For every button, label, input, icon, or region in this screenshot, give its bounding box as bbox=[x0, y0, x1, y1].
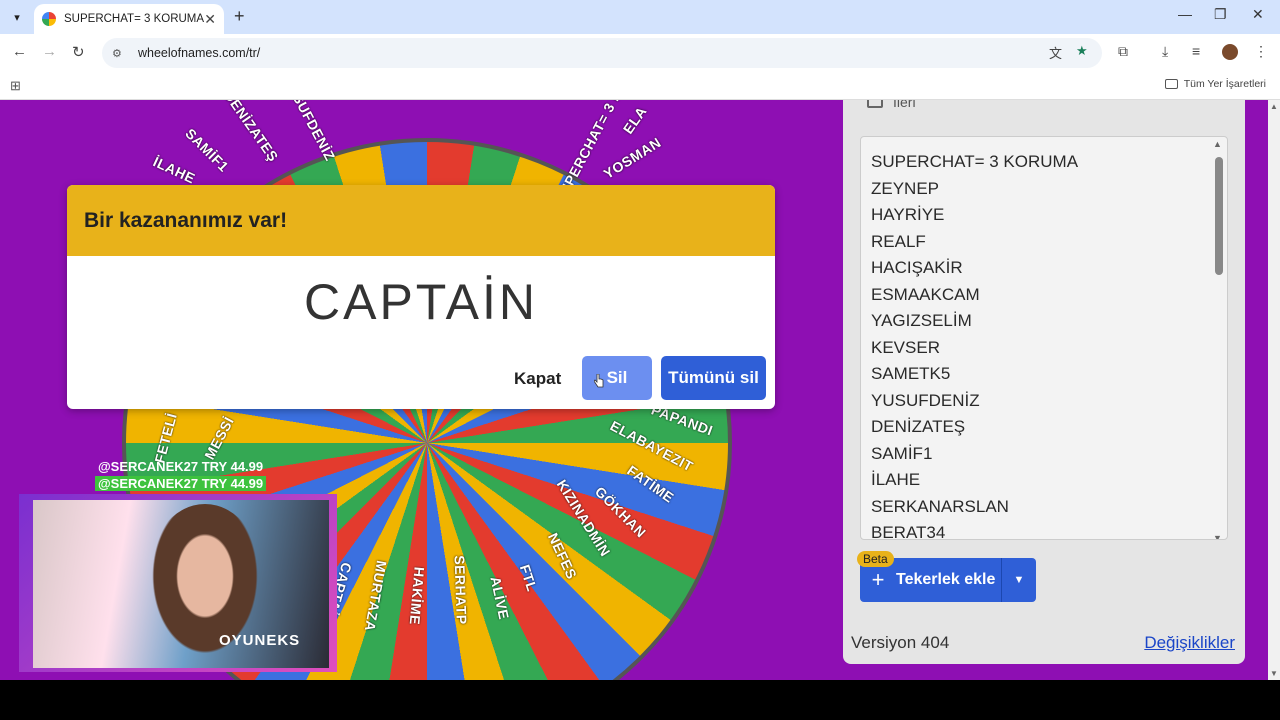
address-bar[interactable]: ⚙ wheelofnames.com/tr/ bbox=[102, 38, 1102, 68]
tab-search-icon[interactable]: ▾ bbox=[6, 6, 28, 28]
checkbox-label: İleri bbox=[893, 100, 916, 110]
tab-close-icon[interactable]: ✕ bbox=[204, 11, 216, 28]
reload-icon[interactable]: ↻ bbox=[72, 43, 85, 61]
list-item: KEVSER bbox=[871, 337, 940, 357]
list-item: SERKANARSLAN bbox=[871, 496, 1009, 516]
browser-tab[interactable]: SUPERCHAT= 3 KORUMA ✕ bbox=[34, 4, 224, 34]
folder-icon bbox=[1164, 79, 1178, 89]
list-item: İLAHE bbox=[871, 470, 921, 489]
forward-icon[interactable]: → bbox=[42, 43, 57, 60]
profile-avatar[interactable] bbox=[1222, 44, 1238, 60]
bookmarks-bar: ⊞ Tüm Yer İşaretleri bbox=[0, 72, 1280, 100]
close-button[interactable]: Kapat bbox=[514, 369, 561, 389]
bookmark-star-icon[interactable]: ★ bbox=[1076, 43, 1088, 59]
page-viewport: DENİZATEŞ SAMİF1 YUSUFDENİZ SUPERCHAT= 3… bbox=[0, 100, 1268, 680]
list-item: DENİZATEŞ bbox=[871, 417, 966, 436]
url-text: wheelofnames.com/tr/ bbox=[138, 46, 261, 60]
restore-icon[interactable]: ❐ bbox=[1214, 6, 1227, 23]
winner-dialog: Bir kazananımız var! CAPTAİN Kapat Sil T… bbox=[67, 185, 775, 409]
wheel-label: YUSUFDENİZ bbox=[279, 100, 339, 164]
all-bookmarks[interactable]: Tüm Yer İşaretleri bbox=[1164, 78, 1266, 90]
wheel-label: YOSMAN bbox=[600, 134, 664, 182]
tab-title: SUPERCHAT= 3 KORUMA bbox=[64, 13, 205, 25]
remove-all-button[interactable]: Tümünü sil bbox=[661, 356, 766, 400]
wheel-label: İLAHE bbox=[150, 153, 198, 187]
page-scrollbar[interactable]: ▲ ▼ bbox=[1268, 100, 1280, 680]
list-item: YUSUFDENİZ bbox=[871, 390, 980, 410]
list-item: BERAT34 bbox=[871, 523, 946, 540]
menu-icon[interactable]: ⋮ bbox=[1254, 43, 1268, 60]
winner-name: CAPTAİN bbox=[304, 274, 538, 330]
wheel-label: ELA bbox=[619, 103, 650, 137]
list-item: HAYRİYE bbox=[871, 205, 945, 224]
webcam-overlay: OYUNEKS bbox=[19, 494, 337, 672]
site-info-icon[interactable]: ⚙ bbox=[112, 47, 126, 60]
download-icon[interactable]: ⤓ bbox=[1162, 43, 1168, 60]
oyuneks-logo: OYUNEKS bbox=[219, 632, 301, 649]
wheel-label: DENİZATEŞ bbox=[221, 100, 282, 165]
favicon-icon bbox=[42, 12, 56, 26]
dialog-title: Bir kazananımız var! bbox=[67, 185, 775, 256]
back-icon[interactable]: ← bbox=[12, 43, 27, 60]
media-icon[interactable]: ≡ bbox=[1192, 43, 1200, 59]
window-close-icon[interactable]: ✕ bbox=[1252, 6, 1264, 23]
chat-message: @SERCANEK27 TRY 44.99 bbox=[98, 459, 264, 474]
entries-panel: İleri SUPERCHAT= 3 KORUMA ZEYNEP HAYRİYE… bbox=[843, 100, 1245, 664]
all-bookmarks-label: Tüm Yer İşaretleri bbox=[1183, 78, 1266, 90]
tab-strip: ▾ SUPERCHAT= 3 KORUMA ✕ + — ❐ ✕ bbox=[0, 0, 1280, 34]
scroll-down-icon[interactable]: ▼ bbox=[1270, 669, 1278, 678]
list-item: HACIŞAKİR bbox=[871, 258, 963, 277]
chevron-down-icon[interactable]: ▼ bbox=[1002, 574, 1036, 586]
add-wheel-label: Tekerlek ekle bbox=[896, 571, 996, 588]
scroll-down-icon[interactable]: ▼ bbox=[1213, 533, 1222, 539]
list-item: ZEYNEP bbox=[871, 178, 940, 198]
wheel-label: SERHATP bbox=[451, 555, 470, 625]
list-item: REALF bbox=[871, 231, 926, 251]
browser-toolbar: ← → ↻ ⚙ wheelofnames.com/tr/ 文 ★ ⧉ ⤓ ≡ ⋮ bbox=[0, 34, 1280, 72]
remove-button[interactable]: Sil bbox=[582, 356, 652, 400]
version-text: Versiyon 404 bbox=[851, 633, 950, 652]
chat-message-highlight: @SERCANEK27 TRY 44.99 bbox=[95, 476, 267, 491]
list-item: SAMETK5 bbox=[871, 364, 951, 383]
checkbox[interactable] bbox=[867, 100, 883, 108]
list-item: SUPERCHAT= 3 KORUMA bbox=[871, 152, 1079, 171]
changes-link[interactable]: Değişiklikler bbox=[1144, 633, 1235, 653]
list-item: YAGIZSELİM bbox=[871, 311, 972, 330]
list-item: SAMİF1 bbox=[871, 443, 933, 463]
translate-icon[interactable]: 文 bbox=[1049, 43, 1062, 62]
new-tab-button[interactable]: + bbox=[234, 6, 245, 27]
list-item: ESMAAKCAM bbox=[871, 284, 980, 304]
minimize-icon[interactable]: — bbox=[1178, 6, 1192, 22]
entries-scrollbar[interactable]: ▲ ▼ bbox=[1213, 139, 1223, 539]
hand-cursor-icon bbox=[594, 374, 604, 388]
scroll-up-icon[interactable]: ▲ bbox=[1213, 139, 1222, 149]
letterbox-bar bbox=[0, 680, 1280, 720]
scrollbar-thumb[interactable] bbox=[1215, 157, 1223, 275]
entries-textarea[interactable]: SUPERCHAT= 3 KORUMA ZEYNEP HAYRİYE REALF… bbox=[860, 136, 1228, 540]
apps-icon[interactable]: ⊞ bbox=[10, 78, 21, 94]
scroll-up-icon[interactable]: ▲ bbox=[1270, 102, 1278, 111]
plus-icon: + bbox=[871, 567, 885, 592]
beta-badge: Beta bbox=[857, 551, 894, 567]
extensions-icon[interactable]: ⧉ bbox=[1118, 43, 1128, 60]
